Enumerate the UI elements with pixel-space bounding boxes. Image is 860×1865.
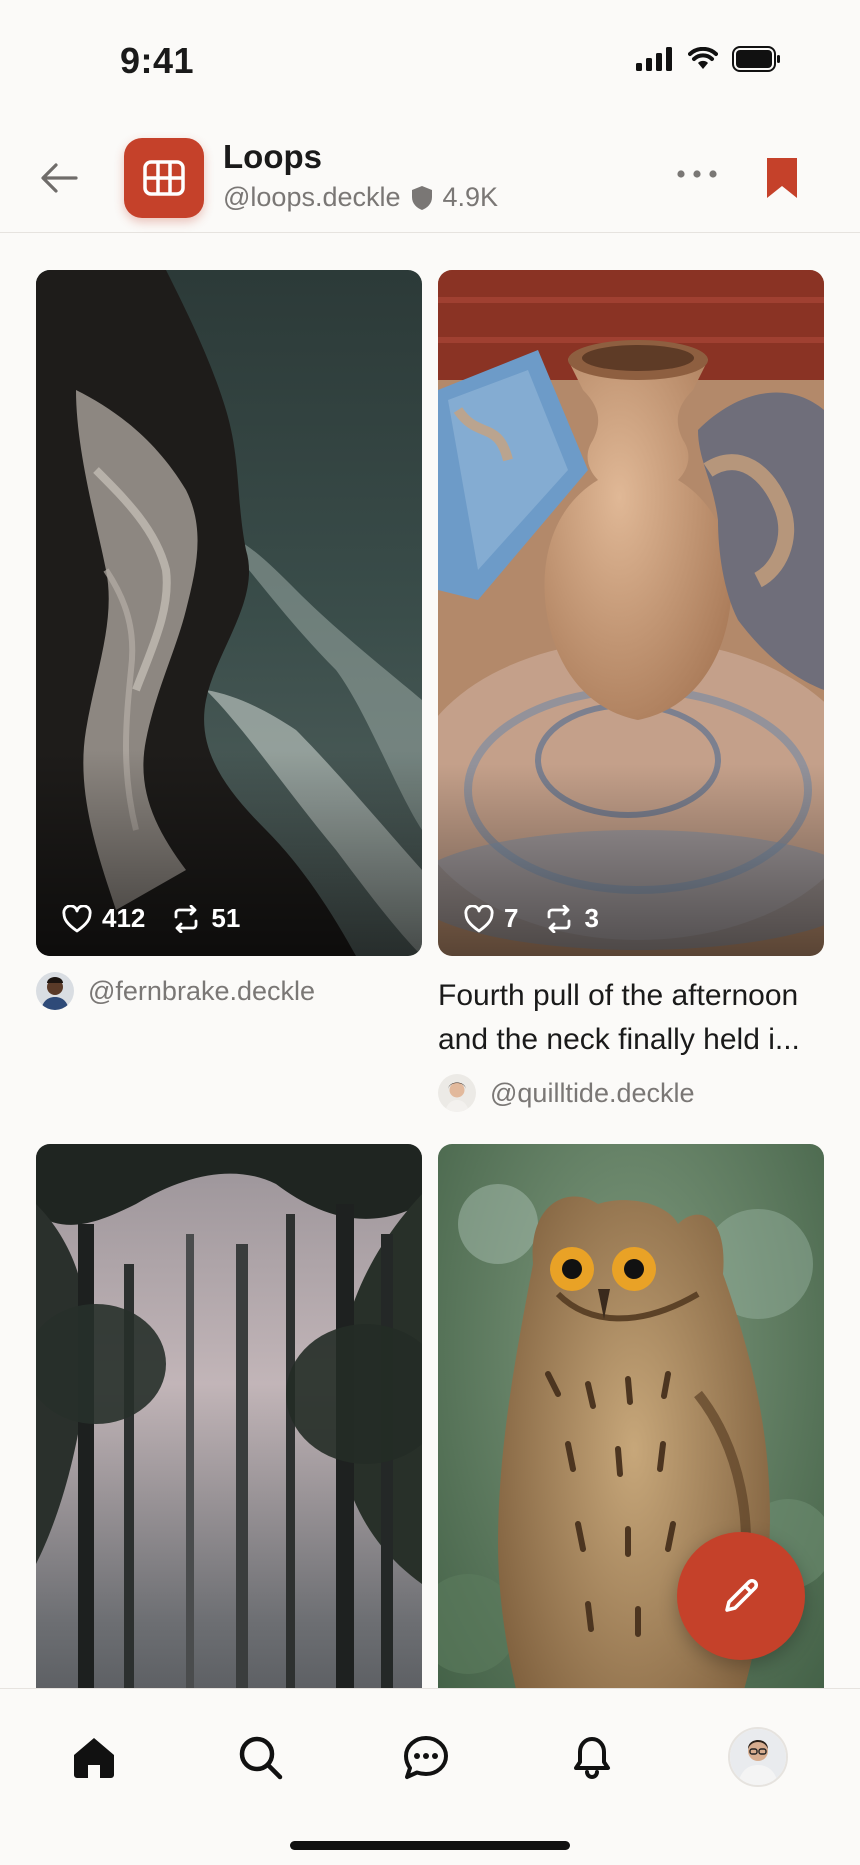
- repost-count: 3: [584, 903, 599, 933]
- repost-count: 51: [211, 903, 241, 933]
- more-icon[interactable]: [674, 162, 720, 186]
- like-count: 412: [102, 903, 146, 933]
- status-time: 9:41: [120, 40, 195, 81]
- status-bar: 9:41: [0, 0, 860, 120]
- tab-profile[interactable]: [726, 1725, 790, 1789]
- back-arrow-icon[interactable]: [36, 154, 84, 202]
- post-card[interactable]: 7 3 Fourth pull of the afternoon and the…: [438, 270, 824, 1112]
- photo-image: [438, 270, 824, 956]
- heart-icon: [62, 904, 92, 932]
- battery-icon: [732, 46, 780, 72]
- status-icons: [636, 46, 782, 72]
- search-icon: [239, 1736, 283, 1780]
- repost-icon: [174, 904, 198, 933]
- signal-icon: [636, 47, 672, 71]
- feed-header: Loops @loops.deckle 4.9K: [0, 120, 860, 233]
- follower-count: 4.9K: [442, 182, 499, 212]
- sea-cliff-photo[interactable]: 412 51: [36, 270, 422, 956]
- post-stats: 412 51: [62, 903, 240, 934]
- pencil-icon: [725, 1578, 759, 1612]
- feed-meta: @loops.deckle 4.9K: [223, 182, 498, 213]
- post-card[interactable]: 412 51 @fernbrake.deckle: [36, 270, 422, 1010]
- like-count: 7: [504, 903, 519, 933]
- post-author[interactable]: @quilltide.deckle: [438, 1074, 824, 1112]
- pottery-wheel-photo[interactable]: 7 3: [438, 270, 824, 956]
- shield-icon: [411, 185, 432, 210]
- like-stat[interactable]: 412: [62, 903, 145, 934]
- author-avatar: [36, 972, 74, 1010]
- post-author[interactable]: @fernbrake.deckle: [36, 972, 422, 1010]
- tab-notifications[interactable]: [560, 1725, 624, 1789]
- like-stat[interactable]: 7: [464, 903, 518, 934]
- home-indicator: [290, 1841, 570, 1850]
- profile-avatar: [728, 1727, 788, 1787]
- repost-icon: [548, 904, 571, 933]
- tab-search[interactable]: [228, 1725, 292, 1789]
- post-stats: 7 3: [464, 903, 599, 934]
- compose-button[interactable]: [677, 1532, 805, 1660]
- author-avatar: [438, 1074, 476, 1112]
- tab-bar: [0, 1688, 860, 1865]
- messages-icon: [404, 1736, 448, 1779]
- author-handle: @quilltide.deckle: [490, 1077, 695, 1108]
- tab-messages[interactable]: [394, 1725, 458, 1789]
- home-icon: [74, 1738, 114, 1778]
- repost-stat[interactable]: 51: [171, 903, 240, 934]
- author-handle: @fernbrake.deckle: [88, 975, 316, 1006]
- feed-avatar[interactable]: [124, 138, 204, 218]
- feed-title: Loops: [223, 138, 322, 175]
- notifications-icon: [574, 1737, 610, 1779]
- wifi-icon: [688, 47, 718, 69]
- post-caption[interactable]: Fourth pull of the afternoon and the nec…: [438, 974, 824, 1062]
- feed-handle: @loops.deckle: [223, 182, 401, 212]
- repost-stat[interactable]: 3: [544, 903, 599, 934]
- photo-image: [36, 270, 422, 956]
- grid-icon: [143, 160, 185, 196]
- tab-home[interactable]: [62, 1725, 126, 1789]
- bookmark-icon[interactable]: [764, 156, 800, 200]
- heart-icon: [464, 904, 494, 932]
